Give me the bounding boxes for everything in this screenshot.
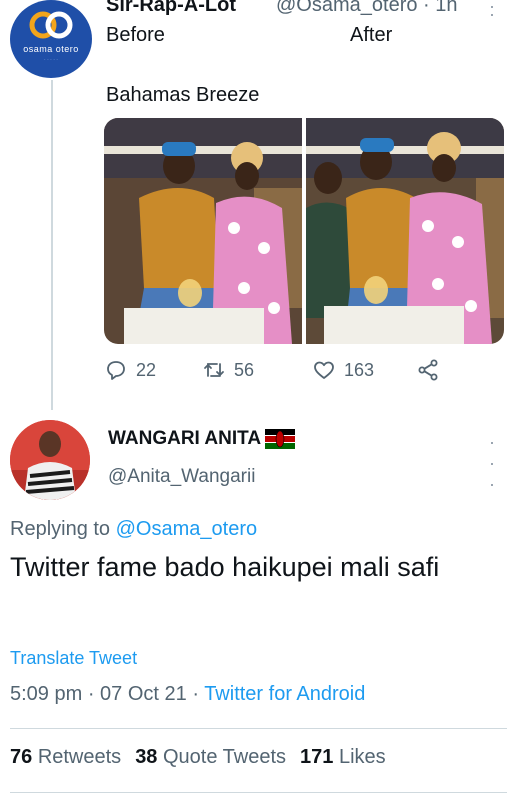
- retweets-stat[interactable]: 76 Retweets: [10, 746, 121, 768]
- retweets-label: Retweets: [37, 746, 122, 768]
- avatar-photo: [10, 420, 90, 500]
- likes-count: 171: [300, 746, 334, 768]
- retweets-count: 76: [10, 746, 33, 768]
- reply-author-name-row[interactable]: WANGARI ANITA: [108, 428, 296, 450]
- like-count: 163: [344, 359, 375, 380]
- engagement-stats: 76 Retweets 38 Quote Tweets 171 Likes: [10, 746, 386, 769]
- reply-icon: [107, 361, 125, 380]
- reply-author-name[interactable]: WANGARI ANITA: [108, 428, 261, 450]
- thread-connector-line: [51, 80, 53, 410]
- divider: [10, 792, 507, 793]
- author-handle[interactable]: @Osama_otero · 1h: [276, 0, 458, 17]
- reply-more-icon[interactable]: · · ·: [486, 432, 498, 495]
- likes-label: Likes: [338, 746, 386, 768]
- quote-label: Quote Tweets: [163, 746, 287, 768]
- like-icon: [314, 361, 334, 379]
- tweet-text-place: Bahamas Breeze: [106, 84, 260, 106]
- translate-tweet-link[interactable]: Translate Tweet: [10, 648, 137, 669]
- quote-count: 38: [135, 746, 158, 768]
- like-button[interactable]: 163: [312, 358, 374, 382]
- author-name[interactable]: Sir-Rap-A-Lot: [106, 0, 236, 17]
- reply-author-avatar[interactable]: [10, 420, 90, 500]
- tweet-date[interactable]: 07 Oct 21: [100, 683, 187, 705]
- author-avatar[interactable]: osama otero · · · · ·: [10, 0, 92, 78]
- more-icon[interactable]: ···: [486, 0, 498, 23]
- retweet-count: 56: [234, 359, 255, 380]
- reply-button[interactable]: 22: [104, 358, 156, 382]
- tweet-text-after: After: [350, 24, 393, 46]
- replying-to-link[interactable]: @Osama_otero: [116, 518, 257, 540]
- avatar-brand-subtext: · · · · ·: [44, 57, 58, 63]
- likes-stat[interactable]: 171 Likes: [300, 746, 386, 768]
- tweet-source[interactable]: Twitter for Android: [204, 683, 365, 705]
- share-button[interactable]: [416, 358, 448, 382]
- retweet-icon: [204, 363, 224, 377]
- photo-after[interactable]: [306, 118, 504, 344]
- quote-tweets-stat[interactable]: 38 Quote Tweets: [135, 746, 286, 768]
- kenya-flag-icon: [265, 429, 296, 449]
- tweet-media[interactable]: [104, 118, 504, 344]
- tweet-text-before: Before: [106, 24, 165, 46]
- retweet-button[interactable]: 56: [202, 358, 254, 382]
- reply-text: Twitter fame bado haikupei mali safi: [10, 552, 440, 582]
- divider: [10, 728, 507, 729]
- reply-author-handle[interactable]: @Anita_Wangarii: [108, 466, 255, 488]
- reply-count: 22: [136, 359, 157, 380]
- meta-separator: ·: [87, 683, 101, 705]
- tweet-time[interactable]: 5:09 pm: [10, 683, 82, 705]
- replying-to: Replying to @Osama_otero: [10, 518, 257, 541]
- avatar-brand-text: osama otero: [23, 44, 79, 54]
- replying-prefix: Replying to: [10, 518, 111, 540]
- tweet-meta: 5:09 pm · 07 Oct 21 · Twitter for Androi…: [10, 683, 365, 706]
- meta-separator: ·: [192, 683, 205, 705]
- share-icon: [418, 359, 438, 381]
- brand-logo-icon: [29, 11, 73, 39]
- photo-before[interactable]: [104, 118, 302, 344]
